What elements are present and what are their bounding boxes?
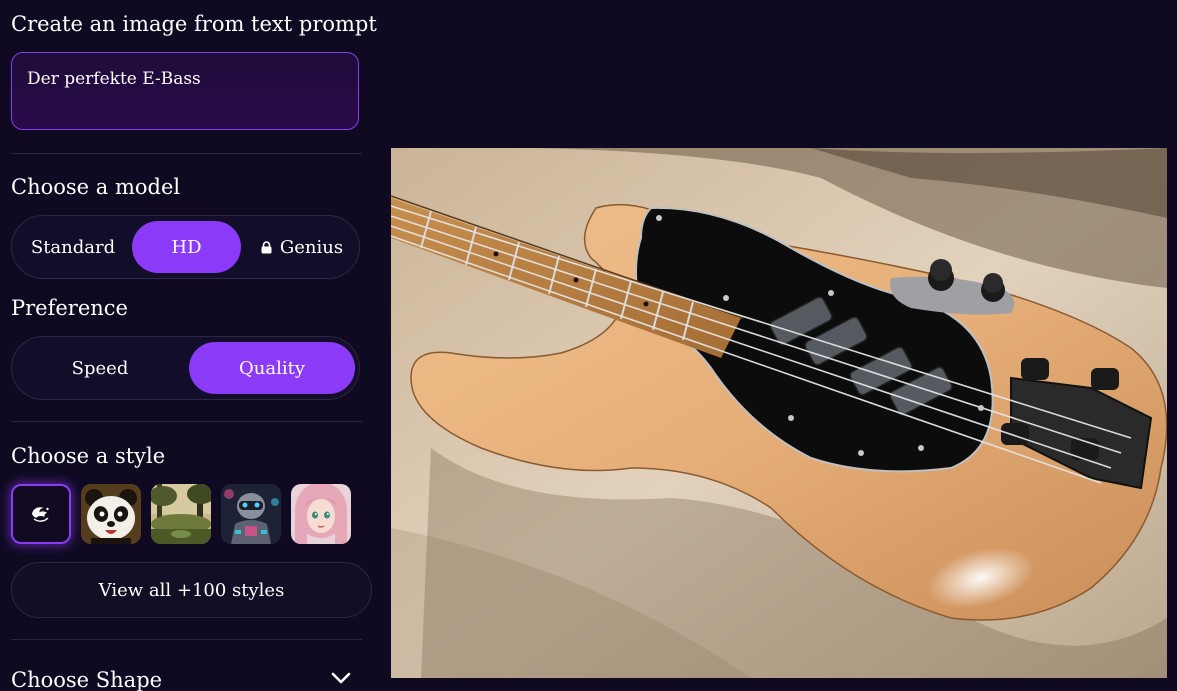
shape-section-title: Choose Shape — [11, 668, 163, 691]
style-thumb-none[interactable] — [11, 484, 71, 544]
model-option-genius[interactable]: Genius — [249, 221, 355, 273]
generated-image[interactable] — [391, 148, 1167, 678]
anime-girl-thumbnail — [291, 484, 351, 544]
chevron-down-icon[interactable] — [330, 671, 352, 685]
preference-selector: Speed Quality — [11, 336, 360, 400]
prompt-input[interactable]: Der perfekte E-Bass — [11, 52, 359, 130]
lock-icon — [261, 240, 272, 253]
model-section-title: Choose a model — [11, 175, 181, 199]
preference-option-label: Speed — [71, 357, 129, 379]
model-option-hd[interactable]: HD — [132, 221, 241, 273]
view-all-styles-button[interactable]: View all +100 styles — [11, 562, 372, 618]
forest-thumbnail — [151, 484, 211, 544]
model-option-label: Genius — [279, 236, 344, 258]
preference-option-quality[interactable]: Quality — [189, 342, 355, 394]
style-section-title: Choose a style — [11, 444, 166, 468]
divider — [11, 421, 362, 422]
model-option-label: Standard — [30, 236, 116, 258]
panda-thumbnail — [81, 484, 141, 544]
bass-guitar-image — [391, 148, 1167, 678]
app-root: Create an image from text prompt Der per… — [0, 0, 1177, 691]
divider — [11, 639, 362, 640]
no-style-icon — [32, 507, 49, 522]
divider — [11, 153, 362, 154]
preference-option-speed[interactable]: Speed — [20, 342, 180, 394]
settings-sidebar: Create an image from text prompt Der per… — [0, 0, 380, 691]
style-thumb-anime[interactable] — [291, 484, 351, 544]
model-option-label: HD — [171, 236, 202, 258]
prompt-section-title: Create an image from text prompt — [11, 12, 377, 36]
style-thumb-robot[interactable] — [221, 484, 281, 544]
model-option-standard[interactable]: Standard — [19, 221, 127, 273]
style-thumb-forest[interactable] — [151, 484, 211, 544]
model-selector: Standard HD Genius — [11, 215, 360, 279]
preference-option-label: Quality — [239, 357, 305, 379]
robot-thumbnail — [221, 484, 281, 544]
style-thumb-panda[interactable] — [81, 484, 141, 544]
preference-section-title: Preference — [11, 296, 128, 320]
